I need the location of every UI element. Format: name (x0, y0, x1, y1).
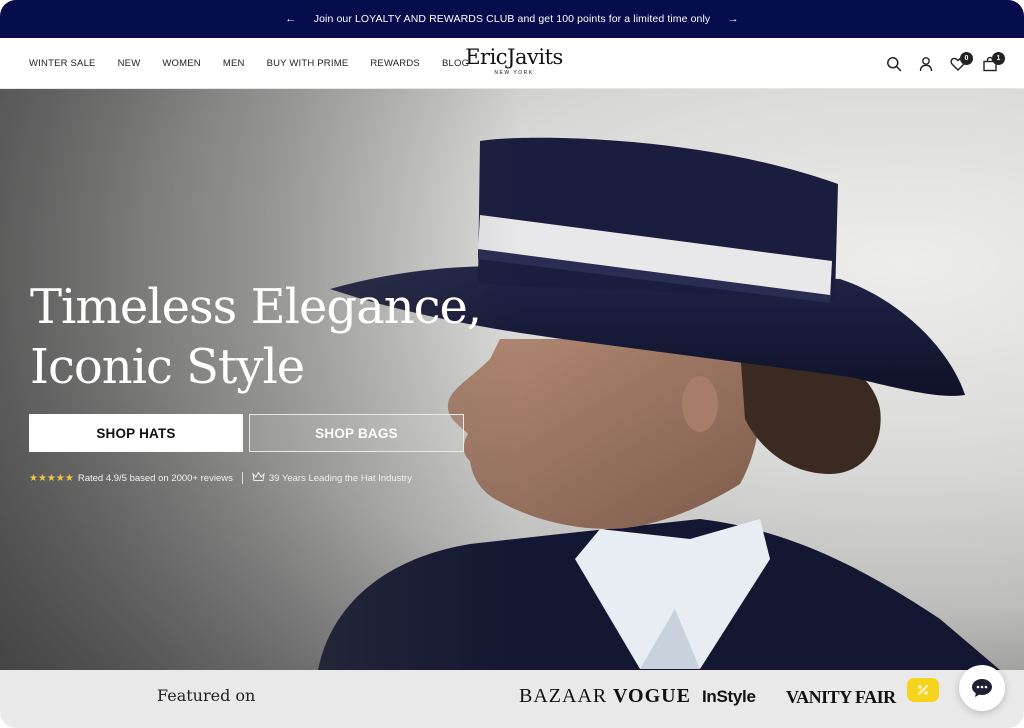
crown-icon (252, 471, 265, 485)
years-text: 39 Years Leading the Hat Industry (268, 472, 412, 484)
hero-banner: Timeless Elegance, Iconic Style SHOP HAT… (0, 89, 1024, 670)
shop-bags-button[interactable]: SHOP BAGS (249, 414, 464, 452)
bazaar-logo: BAZAAR (519, 685, 608, 707)
instyle-logo: InStyle (702, 687, 756, 706)
heart-icon[interactable]: 0 (942, 48, 974, 80)
bag-icon[interactable]: 1 (974, 48, 1006, 80)
vogue-logo: VOGUE (613, 685, 691, 707)
featured-on-bar: Featured on BAZAAR VOGUE InStyle VANITY … (0, 665, 1024, 728)
nav-item-women[interactable]: WOMEN (162, 58, 200, 69)
main-nav: WINTER SALE NEW WOMEN MEN BUY WITH PRIME… (29, 38, 491, 89)
nav-item-buy-with-prime[interactable]: BUY WITH PRIME (267, 58, 349, 69)
logo-name: EricJavits (465, 45, 563, 69)
hero-headline-line2: Iconic Style (30, 339, 305, 395)
site-header: WINTER SALE NEW WOMEN MEN BUY WITH PRIME… (0, 38, 1024, 89)
nav-item-new[interactable]: NEW (118, 58, 141, 69)
logo-subtitle: NEW YORK (494, 70, 534, 76)
cart-count-badge: 1 (992, 51, 1005, 65)
page: ← Join our LOYALTY AND REWARDS CLUB and … (0, 0, 1024, 728)
wishlist-count-badge: 0 (960, 51, 973, 65)
search-icon[interactable] (878, 48, 910, 80)
rating-strip: ★★★★★ Rated 4.9/5 based on 2000+ reviews… (29, 471, 412, 485)
divider (241, 472, 243, 484)
rating-text: Rated 4.9/5 based on 2000+ reviews (77, 472, 233, 484)
percent-icon[interactable] (907, 678, 939, 702)
header-icons: 0 1 (878, 38, 1006, 89)
nav-item-men[interactable]: MEN (223, 58, 245, 69)
hero-headline-line1: Timeless Elegance, (30, 279, 482, 335)
hero-headline: Timeless Elegance, Iconic Style (30, 277, 482, 397)
shop-hats-button[interactable]: SHOP HATS (29, 414, 243, 452)
nav-item-winter-sale[interactable]: WINTER SALE (29, 58, 96, 69)
brand-logo[interactable]: EricJavits NEW YORK (460, 45, 568, 76)
chat-icon[interactable] (959, 665, 1005, 711)
arrow-left-icon[interactable]: ← (280, 13, 302, 25)
announcement-message[interactable]: Join our LOYALTY AND REWARDS CLUB and ge… (314, 13, 710, 25)
star-rating-icon: ★★★★★ (29, 472, 74, 484)
nav-item-rewards[interactable]: REWARDS (370, 58, 420, 69)
vanity-fair-logo: VANITY FAIR (786, 687, 896, 707)
announcement-bar: ← Join our LOYALTY AND REWARDS CLUB and … (0, 0, 1024, 38)
user-icon[interactable] (910, 48, 942, 80)
arrow-right-icon[interactable]: → (722, 13, 744, 25)
featured-label: Featured on (157, 686, 256, 705)
